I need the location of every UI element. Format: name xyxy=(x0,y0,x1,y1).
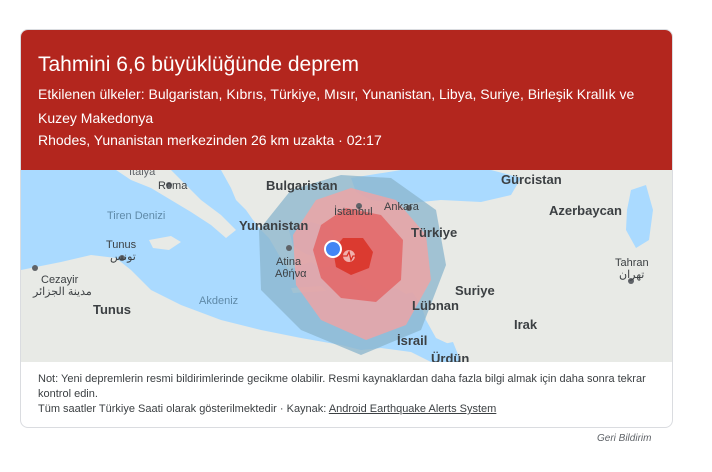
label-roma: Roma xyxy=(158,180,188,192)
label-cezayir: Cezayir xyxy=(41,274,79,286)
alert-header: Tahmini 6,6 büyüklüğünde deprem Etkilene… xyxy=(21,30,672,170)
epicenter-location-time: Rhodes, Yunanistan merkezinden 26 km uza… xyxy=(38,132,382,148)
source-link[interactable]: Android Earthquake Alerts System xyxy=(329,403,497,415)
label-istanbul: İstanbul xyxy=(334,205,373,218)
alert-footer: Not: Yeni depremlerin resmi bildirimleri… xyxy=(38,372,658,417)
label-tahran-persian: تهران xyxy=(619,269,644,281)
label-irak: Irak xyxy=(514,317,538,332)
earthquake-alert-card: Tahmini 6,6 büyüklüğünde deprem Etkilene… xyxy=(20,29,673,428)
city-dot-cezayir xyxy=(32,265,38,271)
label-lubnan: Lübnan xyxy=(412,298,459,313)
feedback-link[interactable]: Geri Bildirim xyxy=(597,433,651,444)
label-azerbaycan: Azerbaycan xyxy=(549,203,622,218)
label-urdun: Ürdün xyxy=(431,351,469,362)
label-tahran: Tahran xyxy=(615,257,649,269)
alert-title: Tahmini 6,6 büyüklüğünde deprem xyxy=(38,53,360,76)
label-atina: Atina xyxy=(276,256,302,268)
delay-note: Not: Yeni depremlerin resmi bildirimleri… xyxy=(38,373,646,400)
map-canvas[interactable]: İtalya Roma Bulgaristan Gürcistan İstanb… xyxy=(21,170,672,362)
earthquake-map[interactable]: İtalya Roma Bulgaristan Gürcistan İstanb… xyxy=(21,170,672,362)
label-suriye: Suriye xyxy=(455,283,495,298)
label-atina-greek: Αθήνα xyxy=(275,268,307,280)
label-tunus-country: Tunus xyxy=(93,302,131,317)
label-tunus-arabic: تونس xyxy=(110,251,136,263)
label-italya: İtalya xyxy=(129,170,156,178)
label-yunanistan: Yunanistan xyxy=(239,218,308,233)
user-location-dot[interactable] xyxy=(324,240,342,258)
affected-countries: Etkilenen ülkeler: Bulgaristan, Kıbrıs, … xyxy=(38,86,635,126)
label-cezayir-arabic: مدينة الجزائر xyxy=(32,286,92,298)
label-ankara: Ankara xyxy=(384,201,420,213)
label-israil: İsrail xyxy=(397,333,427,348)
label-gurcistan: Gürcistan xyxy=(501,172,562,187)
city-dot-atina xyxy=(286,245,292,251)
label-tunus-city: Tunus xyxy=(106,239,137,251)
timezone-note: Tüm saatler Türkiye Saati olarak gösteri… xyxy=(38,403,327,415)
label-turkiye: Türkiye xyxy=(411,225,457,240)
source-line: Tüm saatler Türkiye Saati olarak gösteri… xyxy=(38,402,658,417)
label-tiren-denizi: Tiren Denizi xyxy=(107,210,165,222)
label-akdeniz: Akdeniz xyxy=(199,295,238,307)
label-bulgaristan: Bulgaristan xyxy=(266,178,338,193)
